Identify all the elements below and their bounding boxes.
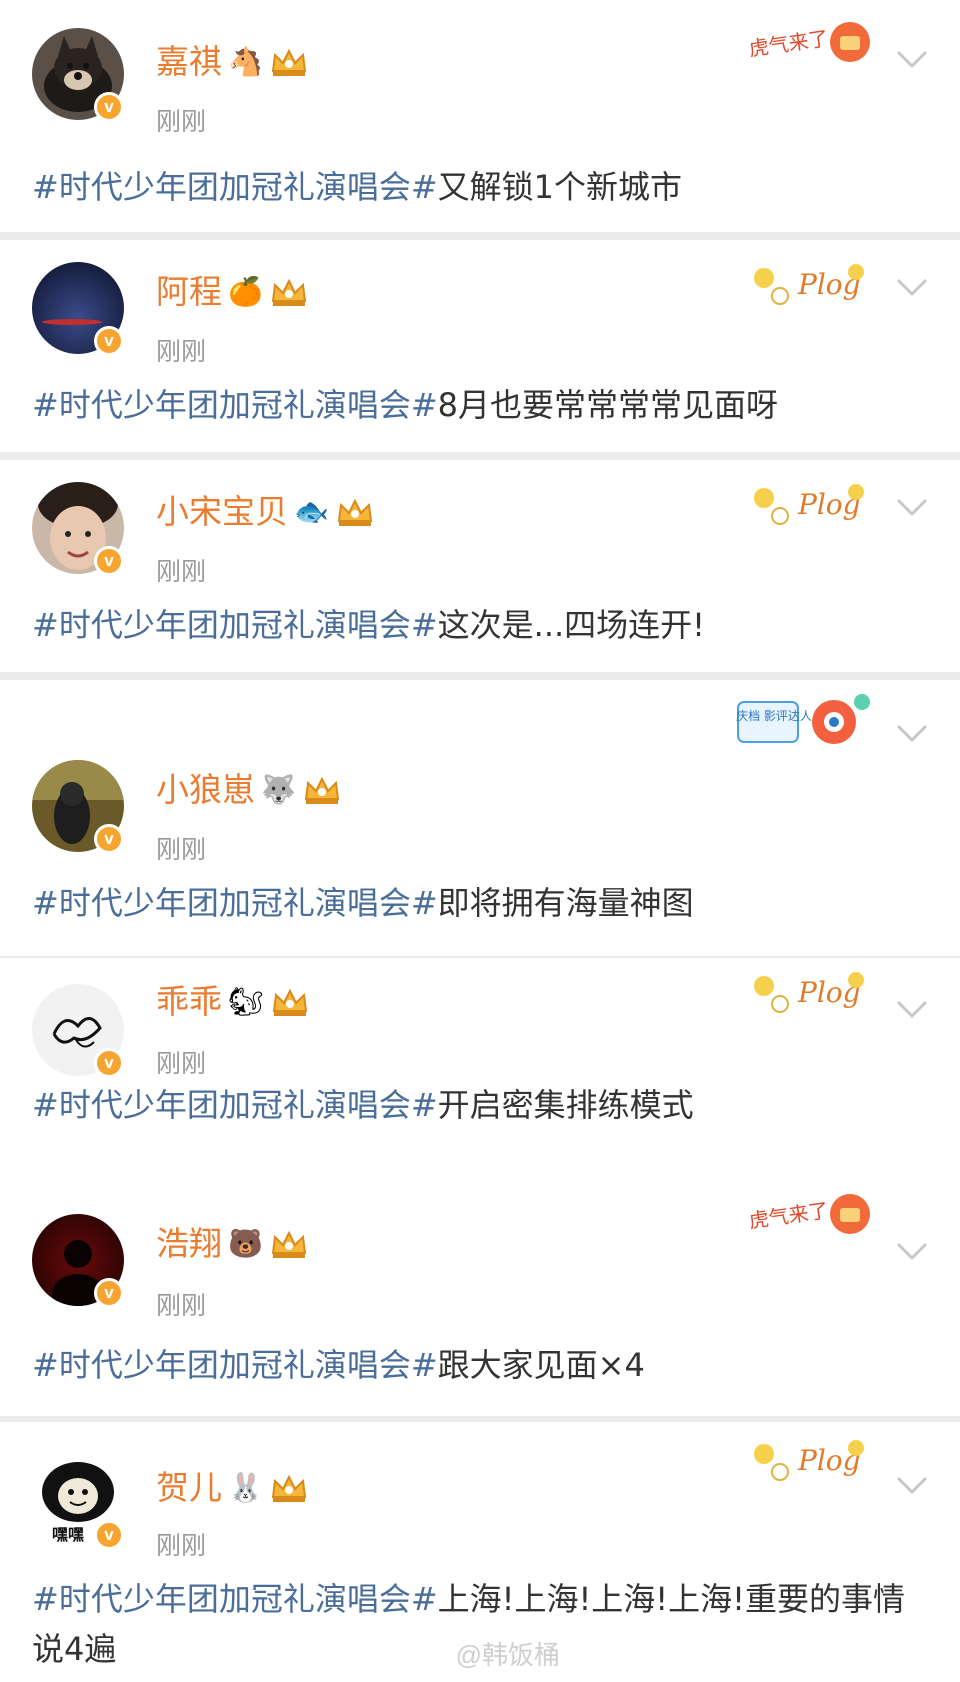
plog-sticker-icon: Plog bbox=[746, 252, 876, 322]
verified-badge-icon: v bbox=[94, 1048, 124, 1078]
post-time: 刚刚 bbox=[156, 1049, 207, 1078]
horse-emoji-icon: 🐴 bbox=[228, 45, 263, 78]
chevron-down-icon[interactable] bbox=[894, 496, 930, 518]
topic-link[interactable]: #时代少年团加冠礼演唱会# bbox=[32, 168, 438, 206]
plog-sticker-icon: Plog bbox=[746, 960, 876, 1030]
verified-badge-icon: v bbox=[94, 1520, 124, 1550]
topic-link[interactable]: #时代少年团加冠礼演唱会# bbox=[32, 386, 438, 424]
fish-emoji-icon: 🐟 bbox=[294, 495, 329, 528]
username[interactable]: 小狼崽 bbox=[156, 768, 255, 812]
feed-post[interactable]: 嘿嘿 v 贺儿 🐰 刚刚 Plog #时代少年团加冠礼演唱会#上海!上海!上海!… bbox=[0, 1422, 960, 1682]
post-content: 8月也要常常常常见面呀 bbox=[437, 386, 779, 424]
post-content: 这次是...四场连开! bbox=[437, 606, 705, 644]
crown-level-icon[interactable] bbox=[302, 773, 342, 807]
post-text: #时代少年团加冠礼演唱会#又解锁1个新城市 bbox=[32, 162, 922, 212]
post-time: 刚刚 bbox=[156, 835, 207, 864]
verified-badge-icon: v bbox=[94, 1278, 124, 1308]
topic-link[interactable]: #时代少年团加冠礼演唱会# bbox=[32, 884, 438, 922]
verified-badge-icon: v bbox=[94, 824, 124, 854]
chevron-down-icon[interactable] bbox=[894, 276, 930, 298]
feed-post[interactable]: v 浩翔 🐻 刚刚 虎气来了 #时代少年团加冠礼演唱会#跟大家见面×4 bbox=[0, 1170, 960, 1416]
post-content: 即将拥有海量神图 bbox=[437, 884, 694, 922]
username[interactable]: 小宋宝贝 bbox=[156, 490, 288, 534]
sticker-text: 虎气来了 bbox=[747, 1198, 830, 1233]
sticker-text: 虎气来了 bbox=[747, 26, 830, 61]
username[interactable]: 嘉祺 bbox=[156, 40, 222, 84]
plog-sticker-icon: Plog bbox=[746, 1428, 876, 1498]
post-content: 跟大家见面×4 bbox=[437, 1346, 645, 1384]
crown-level-icon[interactable] bbox=[269, 45, 309, 79]
feed-post[interactable]: v 嘉祺 🐴 刚刚 虎气来了 #时代少年团加冠礼演唱会#又解锁1个新城市 bbox=[0, 0, 960, 232]
crown-level-icon[interactable] bbox=[269, 1471, 309, 1505]
tiger-sticker-icon: 虎气来了 bbox=[746, 12, 876, 82]
crown-level-icon[interactable] bbox=[270, 985, 310, 1019]
orange-emoji-icon: 🍊 bbox=[228, 275, 263, 308]
topic-link[interactable]: #时代少年团加冠礼演唱会# bbox=[32, 1346, 438, 1384]
post-time: 刚刚 bbox=[156, 1531, 207, 1560]
crown-level-icon[interactable] bbox=[269, 1227, 309, 1261]
chevron-down-icon[interactable] bbox=[894, 1240, 930, 1262]
post-time: 刚刚 bbox=[156, 1291, 207, 1320]
username[interactable]: 阿程 bbox=[156, 270, 222, 314]
post-text: #时代少年团加冠礼演唱会#即将拥有海量神图 bbox=[32, 878, 922, 928]
sticker-text: 国庆档 影评达人 bbox=[736, 709, 812, 723]
chevron-down-icon[interactable] bbox=[894, 48, 930, 70]
chevron-down-icon[interactable] bbox=[894, 998, 930, 1020]
post-time: 刚刚 bbox=[156, 557, 207, 586]
feed-post[interactable]: v 小狼崽 🐺 刚刚 国庆档 影评达人 #时代少年团加冠礼演唱会#即将拥有海量神… bbox=[0, 680, 960, 956]
watermark: @韩饭桶 bbox=[455, 1640, 560, 1670]
post-content: 开启密集排练模式 bbox=[437, 1086, 694, 1124]
username[interactable]: 贺儿 bbox=[156, 1466, 222, 1510]
topic-link[interactable]: #时代少年团加冠礼演唱会# bbox=[32, 606, 438, 644]
topic-link[interactable]: #时代少年团加冠礼演唱会# bbox=[32, 1580, 438, 1618]
topic-link[interactable]: #时代少年团加冠礼演唱会# bbox=[32, 1086, 438, 1124]
feed-post[interactable]: v 小宋宝贝 🐟 刚刚 Plog #时代少年团加冠礼演唱会#这次是...四场连开… bbox=[0, 460, 960, 672]
avatar-caption: 嘿嘿 bbox=[52, 1525, 84, 1544]
username[interactable]: 乖乖 bbox=[156, 980, 222, 1024]
post-text: #时代少年团加冠礼演唱会#开启密集排练模式 bbox=[32, 1080, 922, 1130]
post-content: 又解锁1个新城市 bbox=[437, 168, 683, 206]
verified-badge-icon: v bbox=[94, 546, 124, 576]
verified-badge-icon: v bbox=[94, 326, 124, 356]
bear-emoji-icon: 🐻 bbox=[228, 1227, 263, 1260]
crown-level-icon[interactable] bbox=[269, 275, 309, 309]
rabbit-emoji-icon: 🐰 bbox=[228, 1471, 263, 1504]
squirrel-emoji-icon: 🐿 bbox=[228, 985, 264, 1018]
post-text: #时代少年团加冠礼演唱会#这次是...四场连开! bbox=[32, 600, 922, 650]
post-text: #时代少年团加冠礼演唱会#跟大家见面×4 bbox=[32, 1340, 922, 1390]
movie-review-sticker-icon: 国庆档 影评达人 bbox=[724, 688, 876, 762]
feed-post[interactable]: v 阿程 🍊 刚刚 Plog #时代少年团加冠礼演唱会#8月也要常常常常见面呀 bbox=[0, 240, 960, 452]
crown-level-icon[interactable] bbox=[335, 495, 375, 529]
username[interactable]: 浩翔 bbox=[156, 1222, 222, 1266]
wolf-emoji-icon: 🐺 bbox=[261, 773, 296, 806]
verified-badge-icon: v bbox=[94, 92, 124, 122]
post-time: 刚刚 bbox=[156, 107, 207, 136]
post-time: 刚刚 bbox=[156, 337, 207, 366]
feed-post[interactable]: v 乖乖 🐿 刚刚 Plog #时代少年团加冠礼演唱会#开启密集排练模式 bbox=[0, 958, 960, 1170]
chevron-down-icon[interactable] bbox=[894, 1474, 930, 1496]
post-text: #时代少年团加冠礼演唱会#8月也要常常常常见面呀 bbox=[32, 380, 922, 430]
chevron-down-icon[interactable] bbox=[894, 722, 930, 744]
plog-sticker-icon: Plog bbox=[746, 472, 876, 542]
tiger-sticker-icon: 虎气来了 bbox=[746, 1184, 876, 1254]
